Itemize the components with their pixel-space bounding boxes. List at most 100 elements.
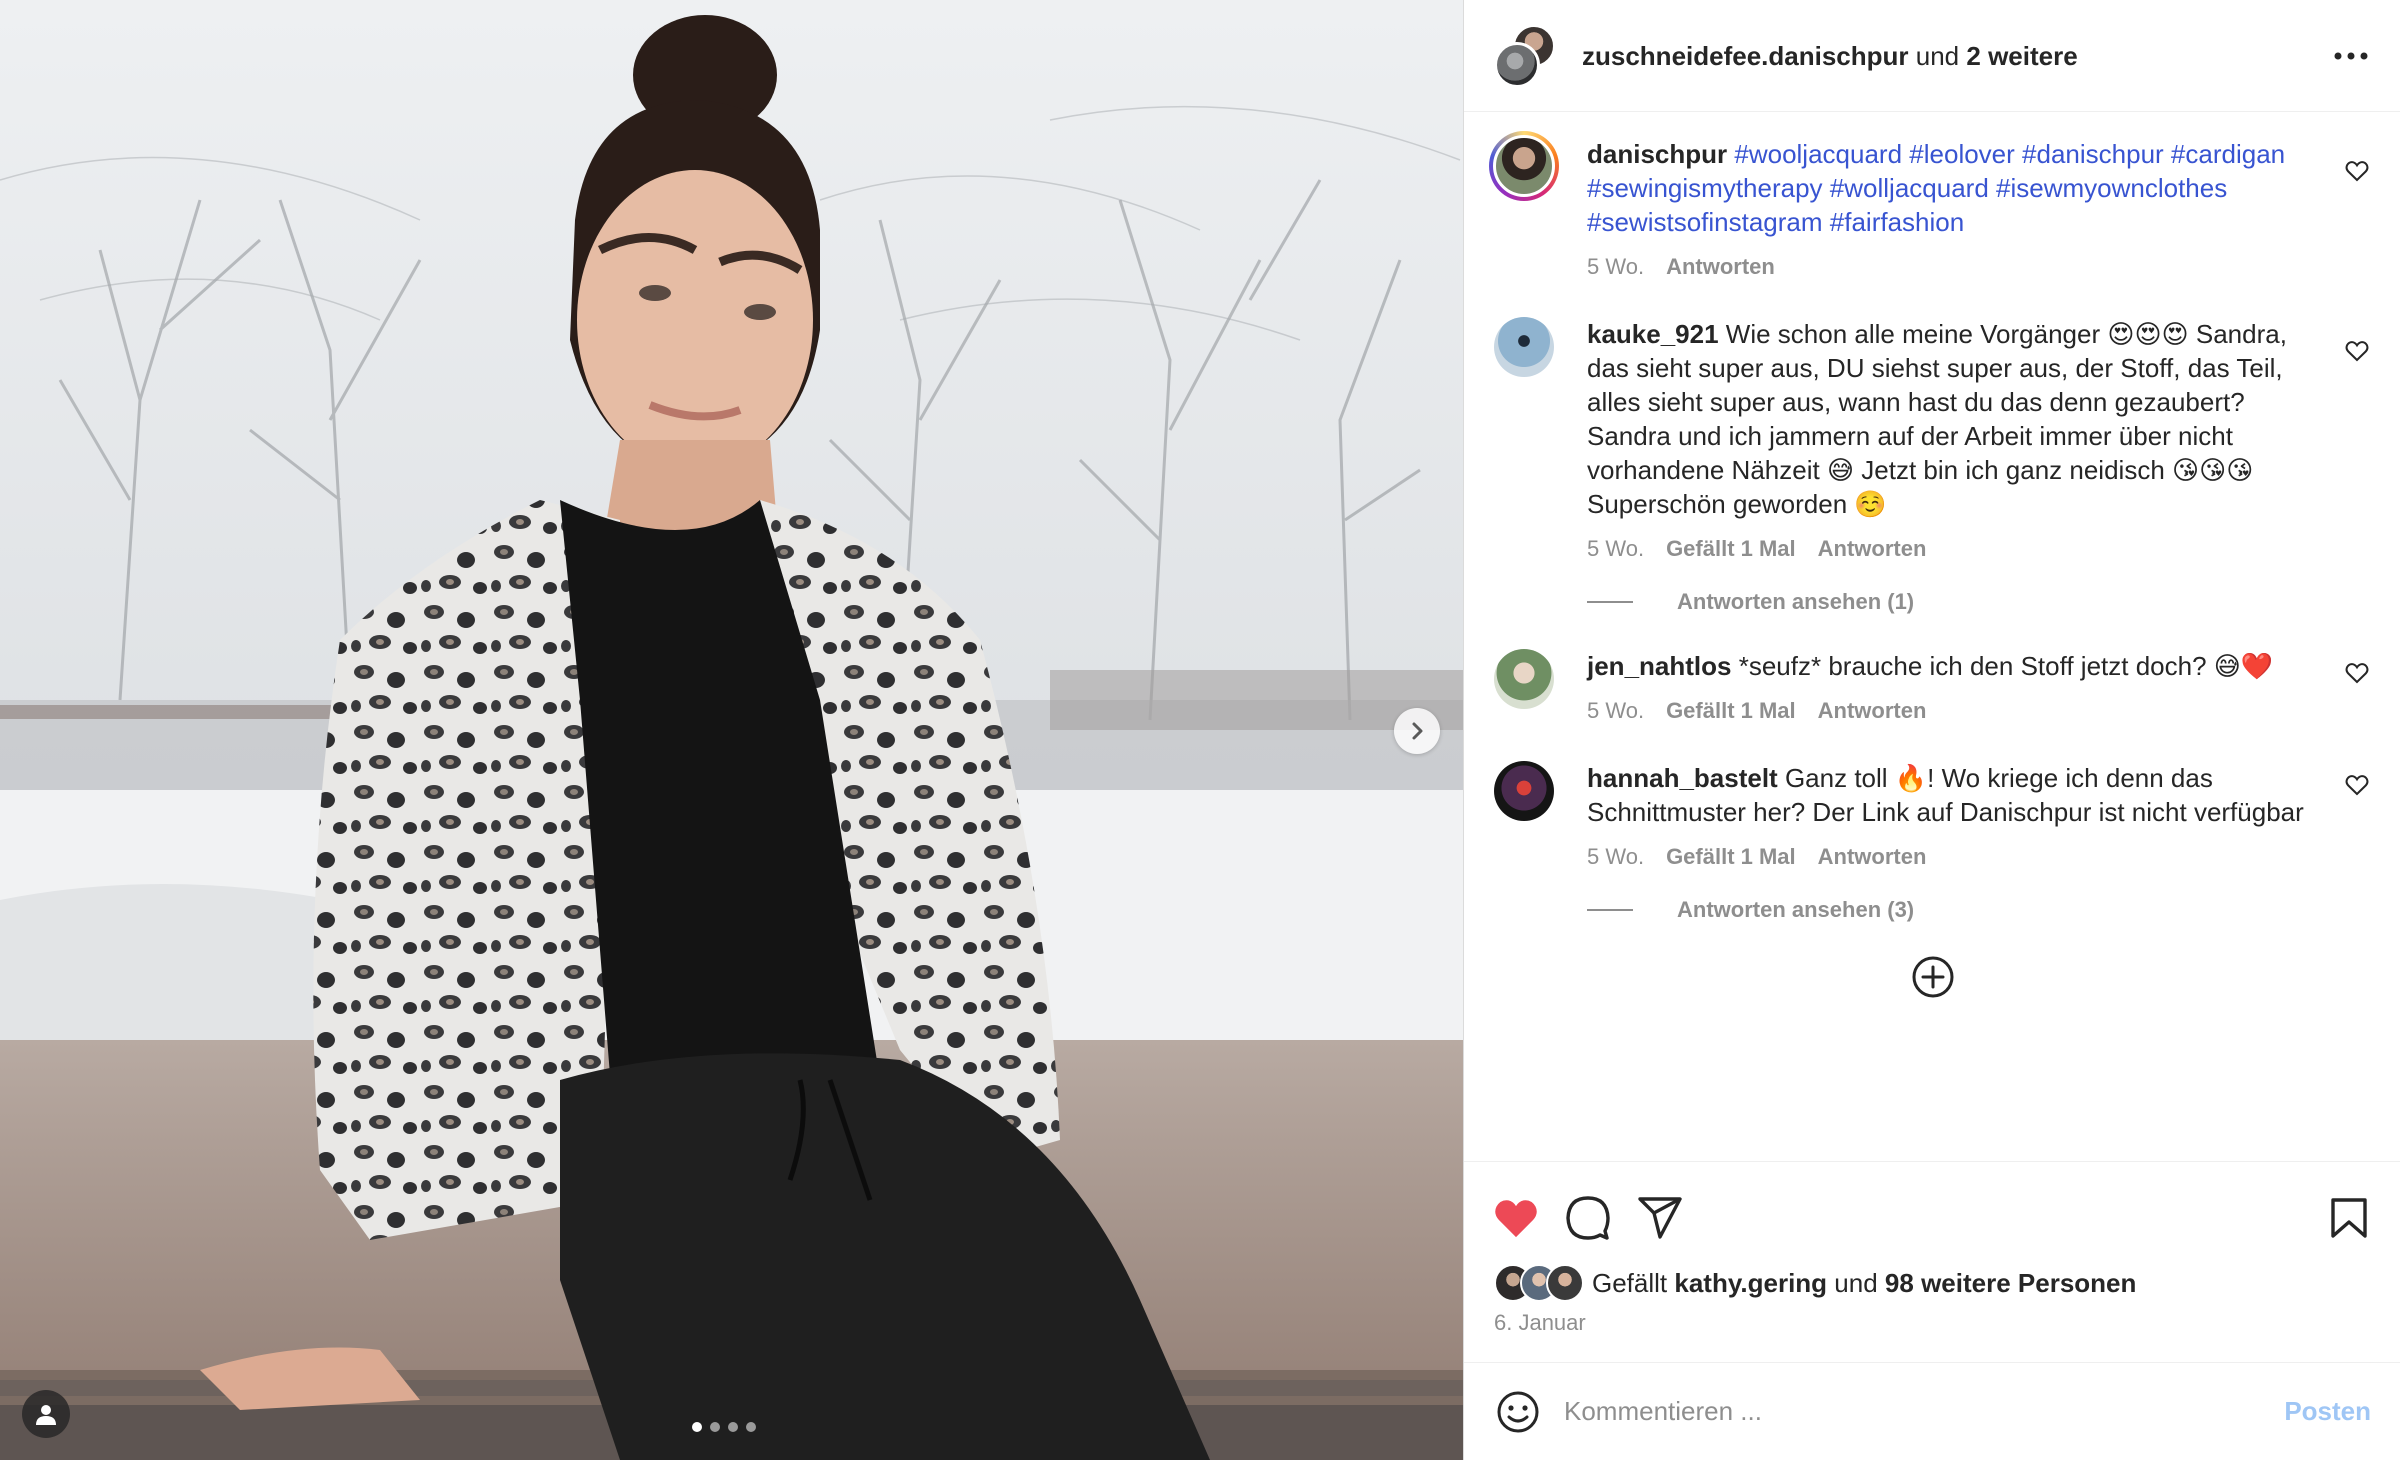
reply-button[interactable]: Antworten	[1818, 535, 1927, 563]
carousel-indicator	[692, 1422, 756, 1432]
like-button[interactable]	[1490, 1192, 1542, 1244]
comment-body: hannah_bastelt Ganz toll 🔥! Wo kriege ic…	[1587, 761, 2327, 871]
share-icon	[1638, 1197, 1682, 1239]
avatar[interactable]	[1489, 131, 1559, 201]
reply-button[interactable]: Antworten	[1666, 253, 1775, 281]
comment-like-button[interactable]	[2343, 771, 2371, 799]
share-button[interactable]	[1634, 1192, 1686, 1244]
comment-likes[interactable]: Gefällt 1 Mal	[1666, 697, 1796, 725]
author-line: zuschneidefee.danischpur und 2 weitere	[1582, 40, 2078, 72]
post-date[interactable]: 6. Januar	[1494, 1310, 1586, 1336]
instagram-post-modal: zuschneidefee.danischpur und 2 weitere d…	[0, 0, 2400, 1460]
carousel-next-button[interactable]	[1394, 708, 1440, 754]
comment-time[interactable]: 5 Wo.	[1587, 253, 1644, 281]
photo-scene	[0, 0, 1463, 1460]
carousel-dot	[692, 1422, 702, 1432]
author-username[interactable]: zuschneidefee.danischpur	[1582, 41, 1909, 71]
heart-outline-icon	[2345, 663, 2369, 684]
add-comment-bar: Posten	[1464, 1362, 2400, 1460]
comment-icon	[1566, 1196, 1610, 1240]
comment-meta: 5 Wo. Gefällt 1 Mal Antworten	[1587, 843, 2327, 871]
heart-outline-icon	[2345, 341, 2369, 362]
comment-body: danischpur #wooljacquard #leolover #dani…	[1587, 137, 2327, 281]
comment-input[interactable]	[1564, 1396, 2285, 1427]
view-replies-button[interactable]: Antworten ansehen (1)	[1587, 589, 2371, 615]
carousel-dot	[746, 1422, 756, 1432]
bookmark-icon	[2331, 1198, 2367, 1238]
emoji-button[interactable]	[1494, 1388, 1542, 1436]
more-options-button[interactable]	[2331, 40, 2371, 72]
likes-count[interactable]: 98 weitere Personen	[1885, 1268, 2136, 1299]
hashtag-link[interactable]: #leolover	[1909, 139, 2015, 169]
comment-likes[interactable]: Gefällt 1 Mal	[1666, 535, 1796, 563]
hashtag-link[interactable]: #wooljacquard	[1734, 139, 1902, 169]
comment-item: danischpur #wooljacquard #leolover #dani…	[1489, 131, 2371, 281]
author-and: und	[1915, 40, 1960, 71]
avatar[interactable]	[1494, 649, 1554, 709]
post-sidebar: zuschneidefee.danischpur und 2 weitere d…	[1463, 0, 2400, 1460]
text-space	[1989, 173, 1996, 203]
comment-like-button[interactable]	[2343, 337, 2371, 365]
comment-item: jen_nahtlos *seufz* brauche ich den Stof…	[1494, 649, 2371, 725]
avatar	[1494, 41, 1540, 88]
heart-outline-icon	[2345, 775, 2369, 796]
post-comment-button[interactable]: Posten	[2284, 1396, 2371, 1427]
emoji-smile-icon	[1497, 1391, 1539, 1432]
load-more-row	[1494, 953, 2371, 1001]
author-others[interactable]: 2 weitere	[1966, 41, 2077, 71]
heart-outline-icon	[2345, 161, 2369, 182]
likers-avatars[interactable]	[1494, 1264, 1592, 1302]
hashtag-link[interactable]: #cardigan	[2171, 139, 2285, 169]
comment-likes[interactable]: Gefällt 1 Mal	[1666, 843, 1796, 871]
view-replies-label: Antworten ansehen (1)	[1677, 589, 1915, 614]
avatar	[1546, 1264, 1584, 1302]
text-space	[2015, 139, 2022, 169]
user-icon	[36, 1405, 56, 1425]
reply-button[interactable]: Antworten	[1818, 843, 1927, 871]
comment-body: jen_nahtlos *seufz* brauche ich den Stof…	[1587, 649, 2327, 725]
hashtag-link[interactable]: #sewistsofinstagram	[1587, 207, 1823, 237]
plus-circle-icon	[1912, 956, 1953, 998]
chevron-right-icon	[1412, 722, 1423, 740]
text-space	[2164, 139, 2171, 169]
comment-username[interactable]: kauke_921	[1587, 319, 1719, 349]
avatar[interactable]	[1494, 761, 1554, 821]
post-actions: Gefällt kathy.gering und 98 weitere Pers…	[1464, 1161, 2400, 1361]
liker-username[interactable]: kathy.gering	[1674, 1268, 1827, 1299]
replies-divider	[1587, 601, 1633, 603]
likes-prefix: Gefällt	[1592, 1267, 1668, 1298]
hashtag-link[interactable]: #isewmyownclothes	[1996, 173, 2227, 203]
comment-text: Wie schon alle meine Vorgänger 😍😍😍 Sandr…	[1587, 319, 2287, 519]
avatar[interactable]	[1494, 317, 1554, 377]
replies-divider	[1587, 909, 1633, 911]
comment-username[interactable]: danischpur	[1587, 139, 1727, 169]
comments-list: danischpur #wooljacquard #leolover #dani…	[1464, 113, 2400, 1160]
hashtag-link[interactable]: #wolljacquard	[1830, 173, 1989, 203]
comment-like-button[interactable]	[2343, 659, 2371, 687]
view-replies-label: Antworten ansehen (3)	[1677, 897, 1915, 922]
hashtag-link[interactable]: #danischpur	[2022, 139, 2164, 169]
likes-summary: Gefällt kathy.gering und 98 weitere Pers…	[1494, 1264, 2136, 1302]
comment-username[interactable]: hannah_bastelt	[1587, 763, 1778, 793]
comment-meta: 5 Wo. Gefällt 1 Mal Antworten	[1587, 697, 2327, 725]
view-replies-button[interactable]: Antworten ansehen (3)	[1587, 897, 2371, 923]
comment-username[interactable]: jen_nahtlos	[1587, 651, 1731, 681]
post-photo[interactable]	[0, 0, 1463, 1460]
comment-meta: 5 Wo. Antworten	[1587, 253, 2327, 281]
comment-item: kauke_921 Wie schon alle meine Vorgänger…	[1494, 317, 2371, 563]
comment-button[interactable]	[1562, 1192, 1614, 1244]
comment-like-button[interactable]	[2343, 157, 2371, 185]
hashtag-link[interactable]: #fairfashion	[1830, 207, 1964, 237]
author-avatars[interactable]	[1494, 23, 1558, 88]
post-header: zuschneidefee.danischpur und 2 weitere	[1464, 0, 2400, 112]
comment-time[interactable]: 5 Wo.	[1587, 843, 1644, 871]
comment-meta: 5 Wo. Gefällt 1 Mal Antworten	[1587, 535, 2327, 563]
tagged-users-button[interactable]	[22, 1390, 70, 1438]
reply-button[interactable]: Antworten	[1818, 697, 1927, 725]
save-button[interactable]	[2323, 1192, 2375, 1244]
hashtag-link[interactable]: #sewingismytherapy	[1587, 173, 1823, 203]
comment-time[interactable]: 5 Wo.	[1587, 697, 1644, 725]
likes-middle: und	[1834, 1267, 1878, 1298]
comment-time[interactable]: 5 Wo.	[1587, 535, 1644, 563]
load-more-comments-button[interactable]	[1909, 953, 1957, 1001]
